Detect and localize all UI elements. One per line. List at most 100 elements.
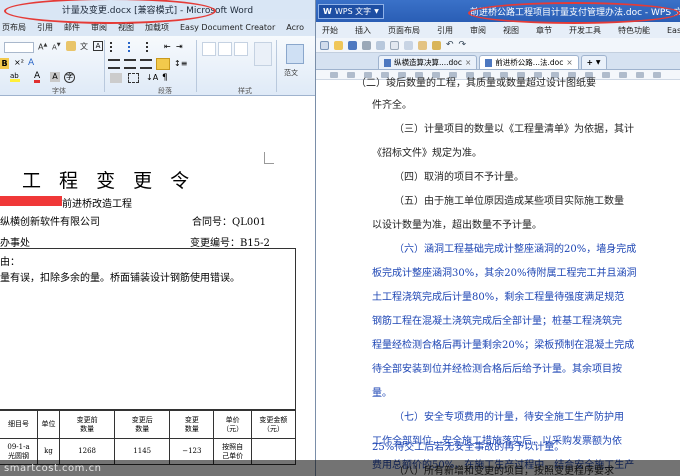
- wps-tab-easy-document[interactable]: Easy Document Creator: [667, 26, 680, 35]
- ruler-tick: [653, 71, 661, 78]
- align-right-icon[interactable]: [140, 59, 152, 69]
- grow-font-icon[interactable]: A▲: [38, 42, 47, 52]
- undo-icon[interactable]: ↶: [446, 40, 454, 50]
- shading-icon[interactable]: [110, 73, 122, 83]
- numbering-icon[interactable]: [128, 42, 140, 52]
- word-tab-references[interactable]: 引用: [37, 22, 53, 33]
- doc-tab-measurement[interactable]: 前进桥公路...法.doc ×: [479, 55, 579, 69]
- text-effect-icon[interactable]: A: [28, 58, 34, 68]
- styles-group-label: 样式: [238, 87, 252, 95]
- wps-document-tabs: 纵横造算决算....doc × 前进桥公路...法.doc × + ▼: [316, 53, 680, 70]
- word-document-page: 工 程 变 更 令 前进桥改造工程 纵横创新软件有限公司 合同号：QL001 办…: [0, 96, 315, 465]
- contract-number: 合同号：QL001: [192, 213, 266, 228]
- paragraph-group-label: 段落: [158, 87, 172, 95]
- ruler-tick: [330, 71, 338, 78]
- spellcheck-icon[interactable]: [390, 40, 399, 50]
- project-name: 前进桥改造工程: [62, 199, 132, 210]
- font-color-icon[interactable]: A: [34, 72, 41, 83]
- template-icon[interactable]: [286, 44, 304, 64]
- ruler-tick: [636, 71, 644, 78]
- table-header: 变更 数量: [169, 410, 215, 439]
- ribbon-separator: [276, 40, 277, 92]
- copy-icon[interactable]: [404, 40, 413, 50]
- close-icon[interactable]: ×: [566, 58, 572, 67]
- line-spacing-icon[interactable]: ↕≡: [174, 59, 187, 68]
- table-header: 变更后 数量: [114, 410, 171, 439]
- increase-indent-icon[interactable]: ⇥: [176, 42, 183, 51]
- open-icon[interactable]: [334, 40, 343, 50]
- wps-tab-review[interactable]: 审阅: [470, 25, 486, 36]
- multilevel-list-icon[interactable]: [146, 42, 158, 52]
- phonetic-icon[interactable]: 文: [80, 41, 88, 52]
- save-icon[interactable]: [348, 40, 357, 50]
- contract-value: QL001: [232, 217, 266, 228]
- chevron-down-icon: ▼: [595, 59, 601, 66]
- company-name: 纵横创新软件有限公司: [0, 217, 100, 228]
- preview-icon[interactable]: [376, 40, 385, 50]
- wps-app-name: WPS 文字: [334, 6, 372, 16]
- align-left-icon[interactable]: [108, 59, 120, 69]
- borders-icon[interactable]: [128, 73, 139, 83]
- font-group-label: 字体: [52, 87, 66, 95]
- add-tab-label: +: [586, 58, 593, 67]
- wps-doc-icon: [384, 58, 391, 67]
- table-header: 细目号: [0, 410, 38, 439]
- font-size-box[interactable]: [4, 42, 34, 53]
- word-ribbon: A▲ A▼ 文 A B ×² A ab A A 字 字体 ⇤ ⇥ ↕≡ ↓A ¶…: [0, 36, 315, 96]
- wps-ribbon-tabs: 开始 插入 页面布局 引用 审阅 视图 章节 开发工具 特色功能 Easy Do…: [316, 22, 680, 38]
- table-header: 变更金额 （元）: [250, 410, 297, 439]
- wps-app-button[interactable]: W WPS 文字 ▼: [318, 3, 384, 19]
- word-tab-easy-document[interactable]: Easy Document Creator: [180, 23, 275, 32]
- word-tab-addins[interactable]: 加载项: [145, 22, 169, 33]
- clear-format-icon[interactable]: [66, 41, 76, 51]
- close-icon[interactable]: ×: [465, 58, 471, 67]
- superscript-icon[interactable]: ×²: [14, 58, 24, 67]
- bullets-icon[interactable]: [110, 42, 122, 52]
- contract-label: 合同号：: [192, 217, 232, 228]
- ruler-tick: [347, 71, 355, 78]
- word-tab-mailings[interactable]: 邮件: [64, 22, 80, 33]
- change-styles-button[interactable]: [254, 42, 272, 66]
- sort-icon[interactable]: ↓A: [146, 73, 158, 82]
- wps-tab-developer[interactable]: 开发工具: [569, 25, 601, 36]
- char-shade-icon[interactable]: A: [50, 72, 60, 82]
- shrink-font-icon[interactable]: A▼: [52, 42, 61, 51]
- doc-tab-label: 前进桥公路...法.doc: [495, 58, 564, 67]
- wps-doc-icon: [485, 58, 493, 67]
- decrease-indent-icon[interactable]: ⇤: [164, 42, 171, 51]
- wps-tab-references[interactable]: 引用: [437, 25, 453, 36]
- ruler-tick: [619, 71, 627, 78]
- show-marks-icon[interactable]: ¶: [162, 73, 168, 83]
- wps-document-body-lower: 费用总额价的50%，在施工生产过程中，结合安全施工生产: [316, 82, 680, 471]
- word-tab-acrobat[interactable]: Acro: [286, 23, 304, 32]
- wps-tab-home[interactable]: 开始: [322, 25, 338, 36]
- print-icon[interactable]: [362, 40, 371, 50]
- enclose-char-icon[interactable]: 字: [64, 72, 75, 83]
- wps-window: W WPS 文字 ▼ 前进桥公路工程项目计量支付管理办法.doc - WPS 文…: [316, 0, 680, 476]
- wps-quick-toolbar: ↶ ↷: [316, 38, 680, 53]
- wps-logo-icon: W: [323, 6, 332, 16]
- redo-icon[interactable]: ↷: [459, 40, 467, 50]
- new-doc-icon[interactable]: [320, 40, 329, 50]
- paste-icon[interactable]: [418, 40, 427, 50]
- template-label[interactable]: 范文: [284, 68, 298, 78]
- align-center-icon[interactable]: [124, 59, 136, 69]
- wps-tab-layout[interactable]: 页面布局: [388, 25, 420, 36]
- style-gallery[interactable]: [202, 42, 250, 82]
- new-tab-button[interactable]: + ▼: [580, 55, 607, 69]
- highlight-bold-icon[interactable]: B: [0, 58, 9, 69]
- wps-tab-view[interactable]: 视图: [503, 25, 519, 36]
- doc-tab-label: 纵横造算决算....doc: [394, 58, 463, 67]
- wps-tab-sections[interactable]: 章节: [536, 25, 552, 36]
- wps-tab-features[interactable]: 特色功能: [618, 25, 650, 36]
- text-highlight-icon[interactable]: ab: [10, 72, 20, 82]
- wps-tab-insert[interactable]: 插入: [355, 25, 371, 36]
- word-tab-layout[interactable]: 页布局: [2, 22, 26, 33]
- change-table: 细目号 单位 变更前 数量 变更后 数量 变更 数量 单价 （元） 变更金额 （…: [0, 410, 297, 465]
- ruler-tick: [602, 71, 610, 78]
- border-char-icon[interactable]: A: [93, 41, 103, 51]
- table-header: 单价 （元）: [213, 410, 252, 439]
- doc-tab-budget[interactable]: 纵横造算决算....doc ×: [378, 55, 478, 69]
- justify-icon[interactable]: [156, 58, 170, 70]
- format-painter-icon[interactable]: [432, 40, 441, 50]
